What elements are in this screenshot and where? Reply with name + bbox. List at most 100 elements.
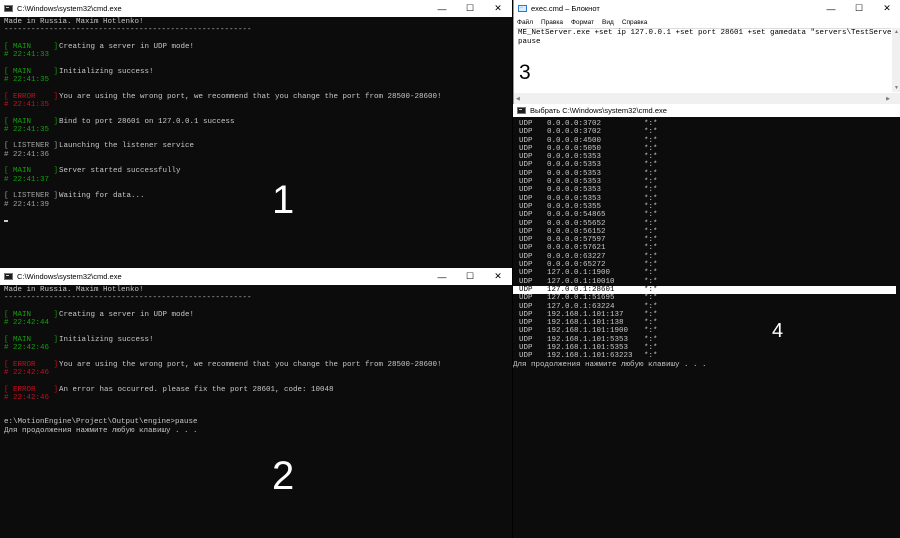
foreign-address-cell: *:* <box>644 344 658 353</box>
address-cell: 0.0.0.0:56152 <box>547 227 606 236</box>
log-timestamp: # 22:42:46 <box>4 393 50 402</box>
cmd-window-4[interactable]: Выбрать C:\Windows\system32\cmd.exe UDP 0… <box>513 104 900 538</box>
log-timestamp: # 22:41:39 <box>4 200 50 209</box>
address-cell: 0.0.0.0:55652 <box>547 219 606 228</box>
log-entry: [ LISTENER ] Waiting for data... # 22:41:3… <box>4 192 508 209</box>
log-entries: [ MAIN ] Creating a server in UDP mode! # … <box>4 43 508 209</box>
log-message: Launching the listener service <box>59 142 195 151</box>
log-entry: [ ERROR ] You are using the wrong port, w… <box>4 361 508 378</box>
minimize-button[interactable]: — <box>817 0 845 17</box>
minimize-button[interactable]: — <box>428 0 456 17</box>
foreign-address-cell: *:* <box>644 319 658 328</box>
maximize-button[interactable]: ☐ <box>845 0 873 17</box>
maximize-button[interactable]: ☐ <box>456 0 484 17</box>
window-titlebar[interactable]: Выбрать C:\Windows\system32\cmd.exe <box>513 104 900 117</box>
foreign-address-cell: *:* <box>644 236 658 245</box>
address-cell: 192.168.1.101:138 <box>547 319 624 328</box>
log-message: You are using the wrong port, we recomme… <box>59 360 442 369</box>
log-entry: [ LISTENER ] Launching the listener servi… <box>4 142 508 159</box>
log-entry: [ MAIN ] Creating a server in UDP mode! # … <box>4 311 508 328</box>
foreign-address-cell: *:* <box>644 178 658 187</box>
protocol-cell: UDP <box>519 236 533 245</box>
foreign-address-cell: *:* <box>644 294 658 303</box>
log-tag: [ MAIN ] <box>4 310 59 319</box>
address-cell: 192.168.1.101:1900 <box>547 327 629 336</box>
protocol-cell: UDP <box>519 294 533 303</box>
menu-help[interactable]: Справка <box>622 19 648 26</box>
menu-view[interactable]: Вид <box>602 19 614 26</box>
table-row: UDP 0.0.0.0:5050 *:* <box>513 145 896 153</box>
vertical-scrollbar[interactable]: ▲ ▼ <box>892 28 900 92</box>
window-titlebar[interactable]: C:\Windows\system32\cmd.exe — ☐ ✕ <box>0 0 512 17</box>
protocol-cell: UDP <box>519 310 533 319</box>
address-cell: 0.0.0.0:5355 <box>547 202 602 211</box>
cmd-window-2[interactable]: C:\Windows\system32\cmd.exe — ☐ ✕ Made i… <box>0 268 512 538</box>
foreign-address-cell: *:* <box>644 136 658 145</box>
menu-format[interactable]: Формат <box>571 19 594 26</box>
address-cell: 0.0.0.0:3702 <box>547 128 602 137</box>
log-tag: [ MAIN ] <box>4 42 59 51</box>
table-row: UDP 127.0.0.1:51695 *:* <box>513 294 896 302</box>
scroll-right-icon[interactable]: ▶ <box>886 96 890 102</box>
table-row: UDP 0.0.0.0:65272 *:* <box>513 261 896 269</box>
console-separator: ----------------------------------------… <box>4 294 252 303</box>
table-row: UDP 192.168.1.101:1900 *:* <box>513 327 896 335</box>
close-button[interactable]: ✕ <box>484 268 512 285</box>
netstat-table: UDP 0.0.0.0:3702 *:* UDP 0.0.0.0:3702 *:* UDP 0… <box>513 120 896 361</box>
foreign-address-cell: *:* <box>644 244 658 253</box>
console-output[interactable]: Made in Russia. Maxim Hotlenko! --------… <box>0 17 512 268</box>
close-button[interactable]: ✕ <box>873 0 900 17</box>
table-row: UDP 0.0.0.0:5353 *:* <box>513 170 896 178</box>
address-cell: 0.0.0.0:57597 <box>547 236 606 245</box>
window-titlebar[interactable]: exec.cmd – Блокнот — ☐ ✕ <box>514 0 900 17</box>
address-cell: 0.0.0.0:5050 <box>547 144 602 153</box>
log-tag: [ ERROR ] <box>4 385 59 394</box>
log-tag: [ ERROR ] <box>4 360 59 369</box>
scroll-left-icon[interactable]: ◀ <box>516 96 520 102</box>
scroll-down-icon[interactable]: ▼ <box>894 85 899 91</box>
maximize-button[interactable]: ☐ <box>456 268 484 285</box>
close-button[interactable]: ✕ <box>484 0 512 17</box>
protocol-cell: UDP <box>519 144 533 153</box>
window-titlebar[interactable]: C:\Windows\system32\cmd.exe — ☐ ✕ <box>0 268 512 285</box>
table-row: UDP 127.0.0.1:63224 *:* <box>513 303 896 311</box>
protocol-cell: UDP <box>519 153 533 162</box>
horizontal-scrollbar[interactable]: ◀ ▶ <box>514 93 892 104</box>
cmd-icon <box>517 107 526 114</box>
log-tag: [ MAIN ] <box>4 67 59 76</box>
address-cell: 0.0.0.0:5353 <box>547 169 602 178</box>
text-editor[interactable]: ME_NetServer.exe +set ip 127.0.0.1 +set … <box>516 28 900 92</box>
console-output[interactable]: UDP 0.0.0.0:3702 *:* UDP 0.0.0.0:3702 *:* UDP 0… <box>513 119 900 538</box>
table-row: UDP 0.0.0.0:5355 *:* <box>513 203 896 211</box>
log-message: Creating a server in UDP mode! <box>59 42 195 51</box>
minimize-button[interactable]: — <box>428 268 456 285</box>
protocol-cell: UDP <box>519 186 533 195</box>
table-row: UDP 0.0.0.0:3702 *:* <box>513 128 896 136</box>
foreign-address-cell: *:* <box>644 169 658 178</box>
address-cell: 0.0.0.0:63227 <box>547 252 606 261</box>
protocol-cell: UDP <box>519 285 533 294</box>
log-message: Initializing success! <box>59 67 154 76</box>
foreign-address-cell: *:* <box>644 261 658 270</box>
foreign-address-cell: *:* <box>644 161 658 170</box>
foreign-address-cell: *:* <box>644 202 658 211</box>
protocol-cell: UDP <box>519 219 533 228</box>
log-timestamp: # 22:42:46 <box>4 368 50 377</box>
table-row-selected: UDP 127.0.0.1:28601 *:* <box>513 285 896 295</box>
address-cell: 0.0.0.0:3702 <box>547 120 602 128</box>
menu-file[interactable]: Файл <box>517 19 533 26</box>
foreign-address-cell: *:* <box>644 285 658 294</box>
foreign-address-cell: *:* <box>644 128 658 137</box>
menu-edit[interactable]: Правка <box>541 19 563 26</box>
notepad-window[interactable]: exec.cmd – Блокнот — ☐ ✕ Файл Правка Фор… <box>513 0 900 104</box>
log-message: Initializing success! <box>59 335 154 344</box>
cmd-window-1[interactable]: C:\Windows\system32\cmd.exe — ☐ ✕ Made i… <box>0 0 512 268</box>
scroll-up-icon[interactable]: ▲ <box>894 29 899 35</box>
cmd-icon <box>4 273 13 280</box>
resize-grip[interactable] <box>892 93 900 104</box>
window-title: C:\Windows\system32\cmd.exe <box>17 272 122 281</box>
table-row: UDP 0.0.0.0:55652 *:* <box>513 220 896 228</box>
console-output[interactable]: Made in Russia. Maxim Hotlenko! --------… <box>0 285 512 538</box>
address-cell: 0.0.0.0:5353 <box>547 194 602 203</box>
log-timestamp: # 22:41:36 <box>4 150 50 159</box>
